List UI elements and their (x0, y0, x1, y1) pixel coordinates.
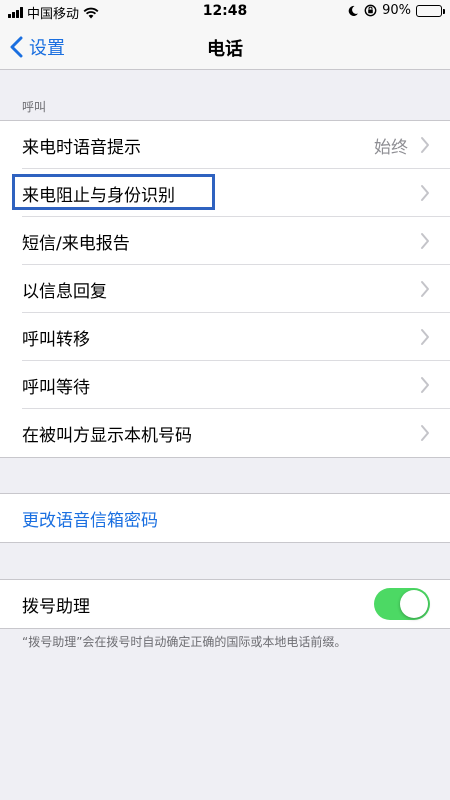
dial-assist-toggle[interactable] (374, 588, 430, 620)
toggle-knob (400, 590, 428, 618)
signal-icon (8, 7, 23, 18)
row-label: 来电阻止与身份识别 (22, 185, 175, 206)
status-bar: 中国移动 12:48 90% (0, 0, 450, 24)
row-detail: 始终 (374, 137, 408, 158)
change-voicemail-password-button[interactable]: 更改语音信箱密码 (0, 494, 450, 542)
chevron-left-icon (10, 36, 23, 58)
section-header-calls: 呼叫 (22, 100, 47, 114)
row-label: 在被叫方显示本机号码 (22, 425, 192, 446)
moon-icon (348, 5, 359, 16)
row-announce-calls[interactable]: 来电时语音提示 始终 (0, 121, 450, 169)
back-button[interactable]: 设置 (10, 32, 65, 62)
phone-settings-screen: 中国移动 12:48 90% 设置 电话 呼叫 来电时语音提示 始终 来电阻止与… (0, 0, 450, 800)
chevron-right-icon (421, 233, 429, 249)
chevron-right-icon (421, 425, 429, 441)
row-label: 更改语音信箱密码 (22, 510, 158, 531)
dial-assist-group: 拨号助理 (0, 579, 450, 629)
orientation-lock-icon (364, 4, 377, 17)
chevron-right-icon (421, 281, 429, 297)
row-label: 呼叫转移 (22, 329, 90, 350)
chevron-right-icon (421, 185, 429, 201)
row-call-blocking[interactable]: 来电阻止与身份识别 (0, 169, 450, 217)
carrier-label: 中国移动 (27, 7, 80, 22)
row-call-waiting[interactable]: 呼叫等待 (0, 361, 450, 409)
dial-assist-footer: “拨号助理”会在拨号时自动确定正确的国际或本地电话前缀。 (22, 635, 347, 649)
chevron-right-icon (421, 137, 429, 153)
row-label: 以信息回复 (22, 281, 107, 302)
voicemail-group: 更改语音信箱密码 (0, 493, 450, 543)
status-left: 中国移动 (8, 3, 99, 22)
row-call-forwarding[interactable]: 呼叫转移 (0, 313, 450, 361)
back-button-label: 设置 (29, 38, 65, 59)
row-label: 拨号助理 (22, 596, 90, 617)
row-label: 呼叫等待 (22, 377, 90, 398)
battery-percent: 90% (382, 3, 411, 18)
row-sms-call-reporting[interactable]: 短信/来电报告 (0, 217, 450, 265)
page-title: 电话 (207, 39, 243, 60)
chevron-right-icon (421, 329, 429, 345)
battery-icon (416, 4, 445, 17)
navigation-bar: 设置 电话 (0, 24, 450, 70)
calls-group: 来电时语音提示 始终 来电阻止与身份识别 短信/来电报告 以信息回复 呼叫转移 … (0, 120, 450, 458)
status-right: 90% (347, 3, 445, 18)
chevron-right-icon (421, 377, 429, 393)
row-respond-with-text[interactable]: 以信息回复 (0, 265, 450, 313)
row-label: 来电时语音提示 (22, 137, 141, 158)
row-show-caller-id[interactable]: 在被叫方显示本机号码 (0, 409, 450, 457)
row-label: 短信/来电报告 (22, 233, 130, 254)
row-dial-assist: 拨号助理 (0, 580, 450, 628)
wifi-icon (83, 7, 99, 18)
